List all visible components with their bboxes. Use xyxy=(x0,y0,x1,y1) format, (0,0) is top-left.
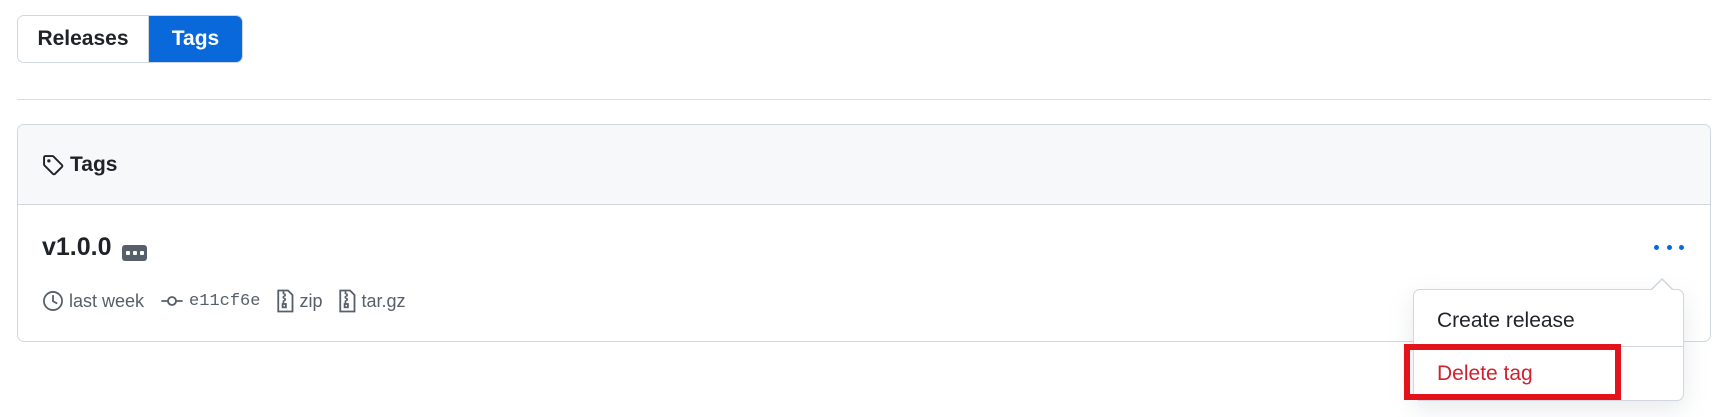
more-actions-button[interactable] xyxy=(1654,239,1684,255)
divider xyxy=(17,99,1711,100)
tag-name-link[interactable]: v1.0.0 xyxy=(42,233,112,262)
create-release-menu-item[interactable]: Create release xyxy=(1414,295,1683,347)
tag-meta: last week e11cf6e zip tar.gz xyxy=(42,289,422,313)
tag-actions-menu: Create release Delete tag xyxy=(1413,289,1684,401)
menu-caret-fill xyxy=(1652,280,1672,290)
targz-link-text[interactable]: tar.gz xyxy=(361,291,405,312)
tag-time-text: last week xyxy=(69,290,145,311)
tags-tab[interactable]: Tags xyxy=(149,16,242,62)
expand-message-button[interactable] xyxy=(122,245,147,261)
tags-box-title: Tags xyxy=(70,152,118,176)
clock-icon xyxy=(42,290,69,312)
tag-icon xyxy=(42,154,64,176)
releases-tab[interactable]: Releases xyxy=(18,16,149,62)
file-zip-icon xyxy=(276,289,299,313)
git-commit-icon xyxy=(160,290,189,312)
tag-commit[interactable]: e11cf6e xyxy=(160,290,260,312)
targz-download[interactable]: tar.gz xyxy=(338,289,406,313)
menu-divider xyxy=(1414,346,1683,347)
tag-time: last week xyxy=(42,290,144,312)
zip-link-text[interactable]: zip xyxy=(299,291,322,312)
zip-download[interactable]: zip xyxy=(276,289,322,313)
delete-tag-menu-item[interactable]: Delete tag xyxy=(1414,348,1683,400)
tags-box-header: Tags xyxy=(18,125,1710,205)
releases-tags-toggle: Releases Tags xyxy=(17,15,243,63)
file-zip-icon xyxy=(338,289,361,313)
commit-sha[interactable]: e11cf6e xyxy=(189,292,260,311)
